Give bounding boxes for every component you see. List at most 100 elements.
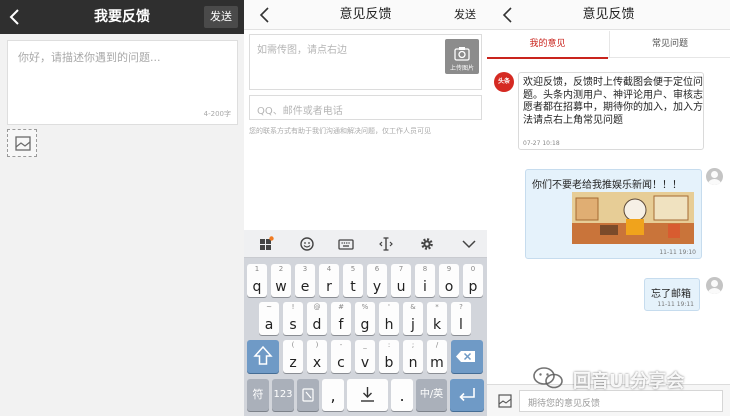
watermark: 回音UI分享会 <box>529 364 715 392</box>
apps-grid-icon[interactable] <box>258 236 274 252</box>
key[interactable]: 6y <box>367 264 387 297</box>
key-sub: # <box>338 303 344 311</box>
key-label: b <box>384 355 394 371</box>
key-label: x <box>312 355 322 371</box>
key[interactable]: 3e <box>295 264 315 297</box>
key-sub: * <box>435 303 439 311</box>
send-button[interactable]: 发送 <box>204 6 238 28</box>
key[interactable]: (z <box>283 340 303 373</box>
avatar: 头条 <box>494 72 514 92</box>
key[interactable]: 4r <box>319 264 339 297</box>
tab-bar: 我的意见 常见问题 <box>487 31 730 59</box>
system-message: 欢迎反馈，反馈时上传截图会便于定位问题。头条内测用户、神评论用户、审核志愿者都在… <box>518 72 704 150</box>
key-label: l <box>459 317 463 333</box>
image-picker-icon[interactable] <box>497 393 513 409</box>
number-key[interactable]: 123 <box>272 379 294 411</box>
key[interactable]: 7u <box>391 264 411 297</box>
language-key[interactable]: 中/英 <box>416 379 447 411</box>
key[interactable]: -c <box>331 340 351 373</box>
message-text: 忘了邮箱 <box>651 289 691 300</box>
textarea-placeholder: 你好，请描述你遇到的问题... <box>18 51 161 64</box>
key-sub: / <box>435 341 439 349</box>
cursor-icon[interactable] <box>378 236 394 252</box>
handwriting-icon <box>302 388 314 402</box>
key[interactable]: 5t <box>343 264 363 297</box>
key[interactable]: ! s <box>283 302 303 335</box>
gear-icon[interactable] <box>419 236 435 252</box>
nav-bar: 意见反馈 发送 <box>244 0 487 30</box>
key-sub: : <box>387 341 391 349</box>
message-image[interactable] <box>572 192 694 244</box>
page-title: 意见反馈 <box>339 7 392 22</box>
key[interactable]: :b <box>379 340 399 373</box>
key-sub: ~ <box>266 303 272 311</box>
language-key-label: 中/英 <box>419 389 444 400</box>
key[interactable]: 8i <box>415 264 435 297</box>
key-label: z <box>289 355 297 371</box>
backspace-key[interactable] <box>451 340 483 373</box>
key[interactable]: & j <box>403 302 423 335</box>
chat-area[interactable]: 头条 欢迎反馈，反馈时上传截图会便于定位问题。头条内测用户、神评论用户、审核志愿… <box>487 59 730 384</box>
feedback-placeholder: 如需传图，请点右边 <box>257 45 347 56</box>
key-sub: - <box>339 341 343 349</box>
image-icon <box>15 136 31 151</box>
feedback-textarea[interactable]: 你好，请描述你遇到的问题... 4-200字 <box>7 40 238 125</box>
key-sub: & <box>410 303 416 311</box>
key-label: h <box>384 317 394 333</box>
nav-bar: 意见反馈 <box>487 0 730 30</box>
key[interactable]: 1q <box>247 264 267 297</box>
chevron-down-icon[interactable] <box>461 236 477 252</box>
space-key[interactable] <box>347 379 388 411</box>
watermark-text: 回音UI分享会 <box>573 371 685 392</box>
enter-icon <box>459 388 475 402</box>
keyboard-switch-icon[interactable] <box>338 236 354 252</box>
key[interactable]: * k <box>427 302 447 335</box>
symbol-key[interactable]: 符 <box>247 379 269 411</box>
comma-key-label: , <box>330 386 336 405</box>
nav-bar: 我要反馈 发送 <box>0 0 244 34</box>
shift-key[interactable] <box>247 340 279 373</box>
period-key[interactable]: . <box>391 379 413 411</box>
enter-key[interactable] <box>450 379 484 411</box>
key-sub: 0 <box>470 265 476 273</box>
key[interactable]: _ v <box>355 340 375 373</box>
key[interactable]: @ d <box>307 302 327 335</box>
comma-key[interactable]: , <box>322 379 344 411</box>
key-label: w <box>275 279 287 295</box>
key-label: a <box>264 317 274 333</box>
feedback-panel-2: 意见反馈 发送 如需传图，请点右边 上传图片 QQ、邮件或者电话 您的联系方式有… <box>244 0 487 416</box>
user-message: 忘了邮箱 11-11 19:11 <box>644 278 700 311</box>
send-button[interactable]: 发送 <box>454 0 476 30</box>
add-image-button[interactable] <box>7 129 37 157</box>
key-label: q <box>252 279 262 295</box>
key[interactable]: / m <box>427 340 447 373</box>
key[interactable]: ~ a <box>259 302 279 335</box>
key[interactable]: ' h <box>379 302 399 335</box>
emoji-icon[interactable] <box>299 236 315 252</box>
upload-image-button[interactable]: 上传图片 <box>445 39 479 74</box>
voice-key[interactable] <box>297 379 319 411</box>
message-time: 07-27 10:18 <box>523 140 560 147</box>
user-message: 你们不要老给我推娱乐新闻！！！ 11-11 19:10 <box>525 169 702 259</box>
feedback-input[interactable]: 期待您的意见反馈 <box>519 390 723 412</box>
avatar <box>706 168 723 185</box>
key[interactable]: # f <box>331 302 351 335</box>
key-label: f <box>338 317 344 333</box>
key-label: r <box>326 279 332 295</box>
key[interactable]: ? l <box>451 302 471 335</box>
key[interactable]: 9o <box>439 264 459 297</box>
key[interactable]: 2w <box>271 264 291 297</box>
key-sub: _ <box>363 341 367 349</box>
key[interactable]: 0p <box>463 264 483 297</box>
key-label: d <box>312 317 322 333</box>
contact-input[interactable]: QQ、邮件或者电话 <box>249 95 482 120</box>
feedback-input[interactable]: 如需传图，请点右边 上传图片 <box>249 34 482 90</box>
key-label: k <box>432 317 442 333</box>
tab-my-feedback[interactable]: 我的意见 <box>487 31 608 59</box>
key[interactable]: ) x <box>307 340 327 373</box>
tab-faq[interactable]: 常见问题 <box>609 31 730 58</box>
key[interactable]: ; n <box>403 340 423 373</box>
key[interactable]: % g <box>355 302 375 335</box>
key-sub: ? <box>459 303 463 311</box>
contact-note: 您的联系方式有助于我们沟通和解决问题，仅工作人员可见 <box>249 127 431 135</box>
